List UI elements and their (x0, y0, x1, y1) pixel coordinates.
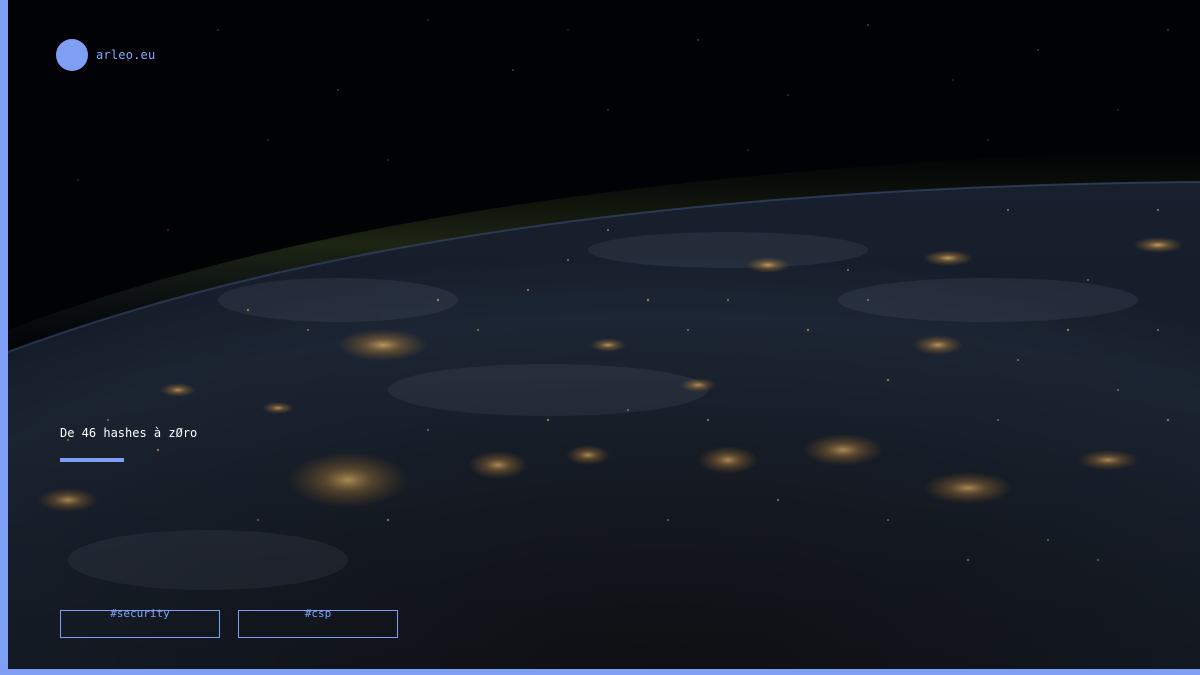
site-logo-link[interactable]: arleo.eu (56, 39, 155, 71)
tag-csp-link[interactable]: #csp (238, 607, 398, 638)
page-frame: arleo.eu De 46 hashes à zØro #security #… (0, 0, 1200, 675)
bottom-accent-bar (0, 669, 1200, 675)
tag-label: #csp (304, 607, 332, 620)
left-accent-bar (0, 0, 8, 675)
logo-circle-icon (56, 39, 88, 71)
site-name: arleo.eu (96, 48, 156, 62)
title-underline (60, 458, 124, 462)
post-title: De 46 hashes à zØro (60, 426, 198, 440)
tag-label: #security (110, 607, 170, 620)
tag-security-link[interactable]: #security (60, 607, 220, 638)
earth-at-night-background-image (8, 0, 1200, 669)
